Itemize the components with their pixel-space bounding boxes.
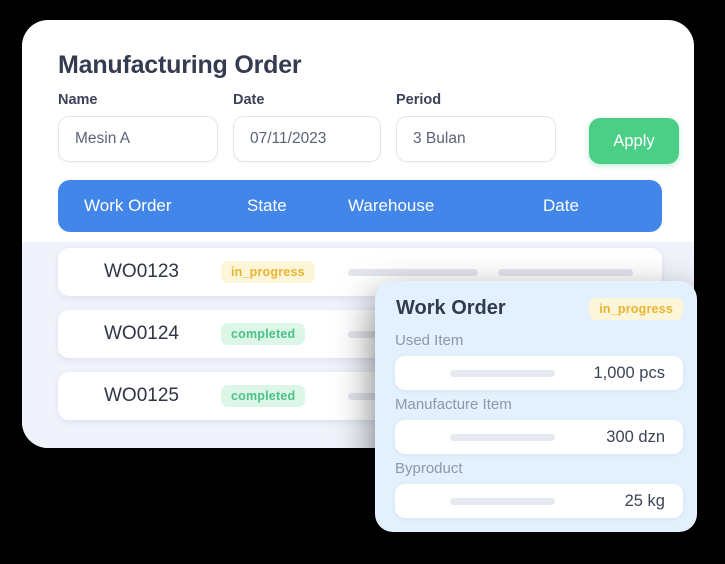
detail-label: Manufacture Item [395, 396, 512, 413]
filter-bar: Name Mesin A Date 07/11/2023 Period 3 Bu… [58, 92, 679, 164]
detail-value-pill[interactable]: 300 dzn [395, 420, 683, 454]
period-label: Period [396, 92, 442, 108]
cell-state: in_progress [221, 248, 315, 296]
date-input[interactable]: 07/11/2023 [233, 116, 381, 162]
detail-value-pill[interactable]: 1,000 pcs [395, 356, 683, 390]
status-badge: completed [221, 385, 306, 407]
cell-state: completed [221, 310, 306, 358]
placeholder-bar [498, 268, 633, 276]
name-label: Name [58, 92, 98, 108]
detail-label: Byproduct [395, 460, 463, 477]
cell-state: completed [221, 372, 306, 420]
detail-value: 300 dzn [606, 427, 665, 446]
status-badge: completed [221, 323, 306, 345]
table-header-row: Work Order State Warehouse Date [58, 180, 662, 232]
date-label: Date [233, 92, 265, 108]
detail-card-title: Work Order [396, 297, 506, 319]
cell-work-order: WO0125 [104, 385, 179, 406]
placeholder-bar [450, 369, 555, 377]
cell-work-order: WO0123 [104, 261, 179, 282]
detail-label: Used Item [395, 332, 464, 349]
work-order-detail-card: Work Order in_progress Used Item 1,000 p… [375, 281, 697, 532]
apply-button[interactable]: Apply [589, 118, 679, 164]
detail-row-manufacture-item: Manufacture Item 300 dzn [395, 396, 683, 454]
page-title: Manufacturing Order [58, 51, 302, 79]
name-field-group: Name Mesin A [58, 92, 218, 162]
detail-row-used-item: Used Item 1,000 pcs [395, 332, 683, 390]
column-header-work-order[interactable]: Work Order [84, 196, 172, 216]
column-header-date[interactable]: Date [543, 196, 579, 216]
column-header-state[interactable]: State [247, 196, 287, 216]
placeholder-bar [348, 268, 478, 276]
detail-value: 1,000 pcs [593, 363, 665, 382]
cell-work-order: WO0124 [104, 323, 179, 344]
detail-value: 25 kg [624, 491, 665, 510]
status-badge: in_progress [221, 261, 315, 283]
period-field-group: Period 3 Bulan [396, 92, 556, 162]
placeholder-bar [450, 433, 555, 441]
detail-status-badge: in_progress [589, 298, 683, 320]
detail-row-byproduct: Byproduct 25 kg [395, 460, 683, 518]
detail-value-pill[interactable]: 25 kg [395, 484, 683, 518]
name-input[interactable]: Mesin A [58, 116, 218, 162]
date-field-group: Date 07/11/2023 [233, 92, 381, 162]
column-header-warehouse[interactable]: Warehouse [348, 196, 434, 216]
placeholder-bar [450, 497, 555, 505]
period-input[interactable]: 3 Bulan [396, 116, 556, 162]
